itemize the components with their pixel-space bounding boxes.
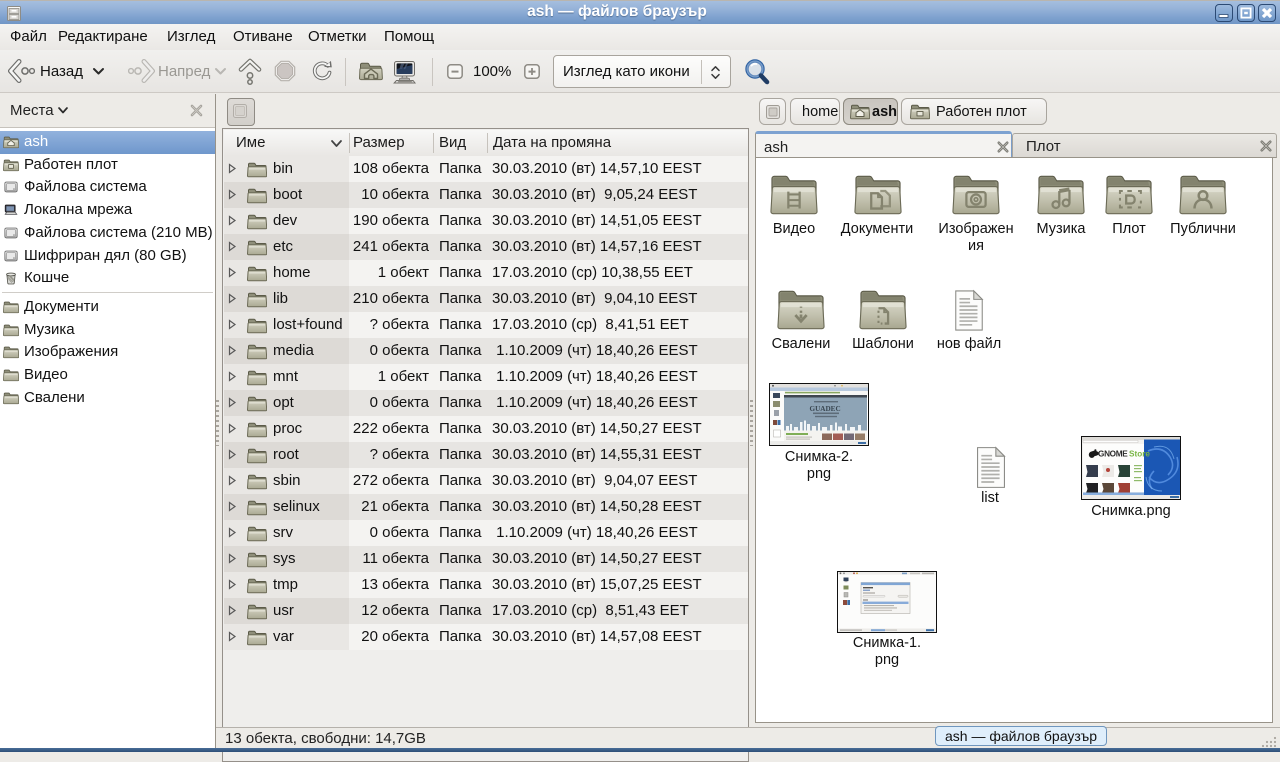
svg-text:GNOME: GNOME [1098,450,1128,459]
svg-text:GUADEC: GUADEC [810,405,841,413]
svg-text:Store: Store [1129,450,1150,459]
